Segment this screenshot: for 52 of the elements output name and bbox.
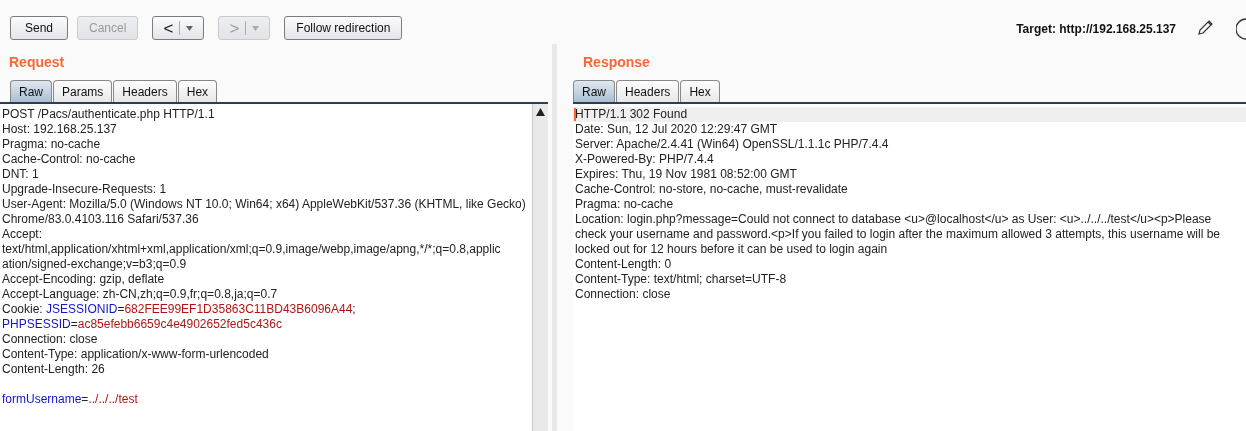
scroll-up-icon[interactable] [536,108,545,116]
target-label: Target: http://192.168.25.137 [1016,22,1176,36]
code-line: Content-Length: 26 [1,362,106,377]
code-line: Pragma: no-cache [1,137,102,152]
tab[interactable]: Raw [10,80,52,102]
code-line: Connection: close [574,287,672,302]
nav-button[interactable]: < [152,16,205,40]
code-line: DNT: 1 [1,167,40,182]
code-line: locked out for 12 hours before it can be used to login again [574,242,889,257]
code-line: X-Powered-By: PHP/7.4.4 [574,152,715,167]
code-line: Host: 192.168.25.137 [1,122,118,137]
toolbar-button[interactable]: Send [10,16,68,40]
toolbar-button[interactable]: Follow redirection [284,16,403,40]
code-line: Date: Sun, 12 Jul 2020 12:29:47 GMT [574,122,779,137]
code-line: Chrome/83.0.4103.116 Safari/537.36 [1,212,200,227]
tab[interactable]: Hex [680,80,720,102]
code-line: Cache-Control: no-cache [1,152,137,167]
code-line: Accept: [1,227,44,242]
request-editor[interactable] [0,104,548,431]
tab[interactable]: Raw [573,80,615,102]
tab[interactable]: Headers [113,80,177,102]
code-line: Server: Apache/2.4.41 (Win64) OpenSSL/1.1.1c PHP/7.4.4 [574,137,890,152]
code-line: Upgrade-Insecure-Requests: 1 [1,182,168,197]
caret-icon [186,25,194,31]
code-line: POST /Pacs/authenticate.php HTTP/1.1 [1,107,216,122]
code-line: Expires: Thu, 19 Nov 1981 08:52:00 GMT [574,167,798,182]
help-icon[interactable] [1236,18,1246,40]
code-line: Cookie: JSESSIONID=682FEE99EF1D35863C11BD43B6096A44; [1,302,357,317]
code-line: Content-Length: 0 [574,257,673,272]
code-line: formUsername=../../../test [1,392,139,407]
code-line: check your username and password.<p>If you failed to login after the maximum allowed 3 attempts, this username will be [574,227,1221,242]
code-line: PHPSESSID=ac85efebb6659c4e4902652fed5c436c [1,317,283,332]
code-line: Pragma: no-cache [574,197,675,212]
code-line: Accept-Encoding: gzip, deflate [1,272,166,287]
tab[interactable]: Headers [616,80,680,102]
code-line: ation/signed-exchange;v=b3;q=0.9 [1,257,188,272]
code-line: Content-Type: application/x-www-form-urlencoded [1,347,270,362]
code-line: Cache-Control: no-store, no-cache, must-revalidate [574,182,849,197]
pencil-icon[interactable] [1197,18,1215,36]
response-editor[interactable] [573,104,1246,431]
code-line: Accept-Language: zh-CN,zh;q=0.9,fr;q=0.8,ja;q=0.7 [1,287,279,302]
code-line: User-Agent: Mozilla/5.0 (Windows NT 10.0; Win64; x64) AppleWebKit/537.36 (KHTML, like Gecko) [1,197,527,212]
tab[interactable]: Params [53,80,113,102]
panel-title: Request [8,53,66,70]
caret-icon [252,25,260,31]
scrollbar[interactable] [532,104,548,431]
code-line: Connection: close [1,332,99,347]
code-line: text/html,application/xhtml+xml,application/xml;q=0.9,image/webp,image/apng,*/*;q=0.8,applic [1,242,502,257]
panel-title: Response [582,53,651,70]
code-line: Content-Type: text/html; charset=UTF-8 [574,272,788,287]
tab[interactable]: Hex [177,80,218,102]
code-line: Location: login.php?message=Could not connect to database <u>@localhost</u> as User: <u>../../../test</u><p>Please [574,212,1213,227]
